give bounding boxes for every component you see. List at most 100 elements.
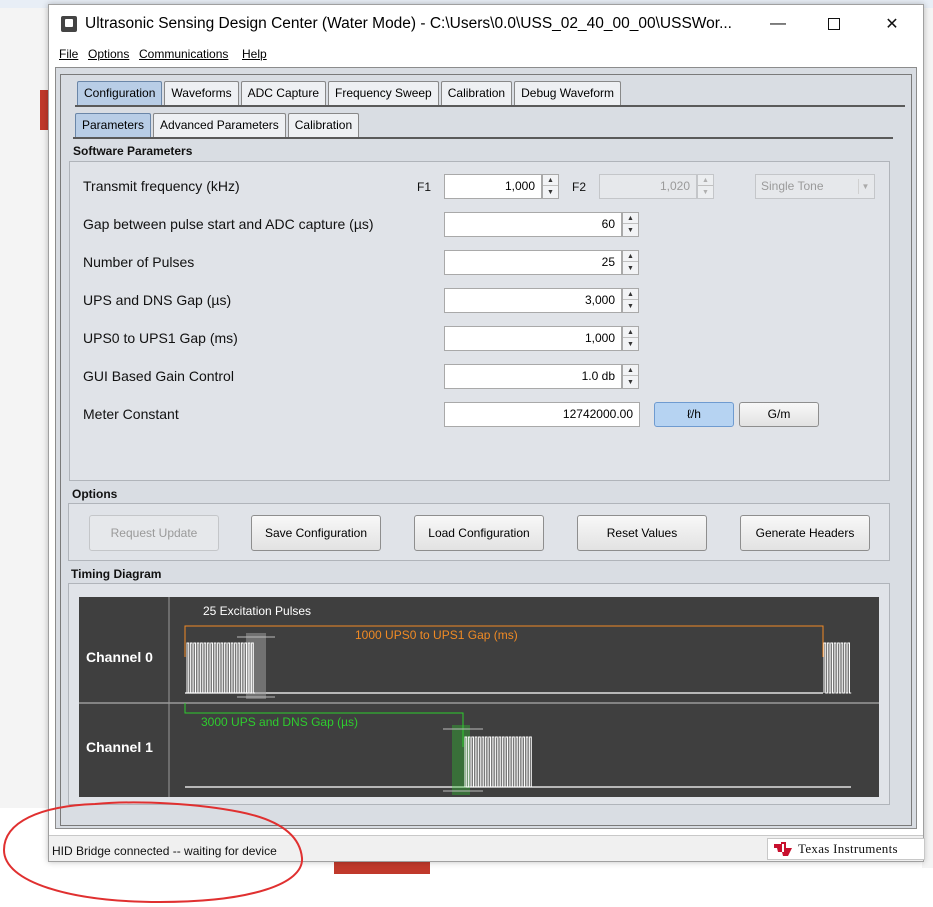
- timing-diagram-panel: 25 Excitation Pulses 1000 UPS0 to UPS1 G…: [68, 583, 890, 805]
- meter-constant-input[interactable]: 12742000.00: [444, 402, 640, 427]
- adc-gap-spinner[interactable]: ▲ ▼: [622, 212, 639, 237]
- options-title: Options: [72, 487, 118, 501]
- main-tab-divider: [75, 105, 905, 107]
- gain-control-input[interactable]: 1.0 db: [444, 364, 622, 389]
- spin-up-icon[interactable]: ▲: [623, 213, 638, 224]
- f1-spinner[interactable]: ▲ ▼: [542, 174, 559, 199]
- sub-tab-divider: [73, 137, 893, 139]
- timing-diagram-svg: 25 Excitation Pulses 1000 UPS0 to UPS1 G…: [79, 597, 879, 797]
- dns-gap-label: 3000 UPS and DNS Gap (µs): [201, 715, 358, 729]
- f2-frequency-input[interactable]: 1,020: [599, 174, 697, 199]
- menu-help[interactable]: Help: [242, 47, 267, 61]
- gain-control-label: GUI Based Gain Control: [83, 368, 234, 384]
- title-bar[interactable]: Ultrasonic Sensing Design Center (Water …: [49, 5, 923, 43]
- save-configuration-button[interactable]: Save Configuration: [251, 515, 381, 551]
- ups-dns-gap-spinner[interactable]: ▲ ▼: [622, 288, 639, 313]
- ups0-ups1-gap-label: UPS0 to UPS1 Gap (ms): [83, 330, 238, 346]
- ch0-end-pulses: [823, 642, 852, 694]
- options-panel: Request Update Save Configuration Load C…: [68, 503, 890, 561]
- tab-adc-capture[interactable]: ADC Capture: [240, 81, 326, 105]
- ti-logo-icon: [774, 842, 792, 856]
- menu-bar: File Options Communications Help: [49, 43, 923, 65]
- f2-label: F2: [572, 180, 587, 194]
- meter-constant-label: Meter Constant: [83, 406, 179, 422]
- app-icon: [61, 16, 77, 32]
- f2-spinner[interactable]: ▲ ▼: [697, 174, 714, 199]
- app-window: Ultrasonic Sensing Design Center (Water …: [48, 4, 925, 862]
- tab-frequency-sweep[interactable]: Frequency Sweep: [328, 81, 439, 105]
- background-red-bar: [334, 860, 430, 874]
- ups0-ups1-gap-input[interactable]: 1,000: [444, 326, 622, 351]
- content-panel: Configuration Waveforms ADC Capture Freq…: [60, 74, 912, 826]
- number-of-pulses-label: Number of Pulses: [83, 254, 195, 270]
- window-title: Ultrasonic Sensing Design Center (Water …: [85, 15, 732, 32]
- ch0-excitation-pulses: [186, 642, 255, 694]
- ch1-excitation-pulses: [464, 736, 533, 788]
- ups-gap-label: 1000 UPS0 to UPS1 Gap (ms): [355, 628, 518, 642]
- load-configuration-button[interactable]: Load Configuration: [414, 515, 544, 551]
- spin-up-icon[interactable]: ▲: [543, 175, 558, 186]
- channel-0-label: Channel 0: [86, 649, 153, 665]
- timing-diagram-title: Timing Diagram: [71, 567, 162, 581]
- spin-up-icon[interactable]: ▲: [698, 175, 713, 186]
- ups-dns-gap-label: UPS and DNS Gap (µs): [83, 292, 232, 308]
- dns-highlight: [452, 725, 470, 795]
- subtab-advanced-parameters[interactable]: Advanced Parameters: [153, 113, 286, 137]
- pulse-train: [464, 736, 533, 788]
- transmit-frequency-label: Transmit frequency (kHz): [83, 178, 240, 194]
- spin-up-icon[interactable]: ▲: [623, 365, 638, 376]
- number-of-pulses-input[interactable]: 25: [444, 250, 622, 275]
- menu-file[interactable]: File: [59, 47, 78, 61]
- f1-label: F1: [417, 180, 432, 194]
- liters-per-hour-button[interactable]: ℓ/h: [654, 402, 734, 427]
- subtab-parameters[interactable]: Parameters: [75, 113, 152, 137]
- adc-gap-label: Gap between pulse start and ADC capture …: [83, 216, 374, 232]
- number-of-pulses-spinner[interactable]: ▲ ▼: [622, 250, 639, 275]
- spin-down-icon[interactable]: ▼: [543, 187, 558, 198]
- tone-select[interactable]: Single Tone ▼: [755, 174, 875, 199]
- minimize-button[interactable]: —: [755, 9, 801, 39]
- adc-gap-input[interactable]: 60: [444, 212, 622, 237]
- ups0-ups1-gap-spinner[interactable]: ▲ ▼: [622, 326, 639, 351]
- menu-options[interactable]: Options: [88, 47, 129, 61]
- f1-frequency-input[interactable]: 1,000: [444, 174, 542, 199]
- spin-up-icon[interactable]: ▲: [623, 327, 638, 338]
- ti-logo-text: Texas Instruments: [798, 841, 898, 856]
- maximize-icon: [828, 18, 840, 30]
- spin-down-icon[interactable]: ▼: [623, 263, 638, 274]
- ti-logo: Texas Instruments: [767, 838, 925, 860]
- reset-values-button[interactable]: Reset Values: [577, 515, 707, 551]
- request-update-button[interactable]: Request Update: [89, 515, 219, 551]
- chevron-down-icon: ▼: [858, 179, 872, 194]
- sub-tab-bar: Parameters Advanced Parameters Calibrati…: [75, 113, 361, 137]
- subtab-calibration[interactable]: Calibration: [287, 113, 360, 137]
- tab-debug-waveform[interactable]: Debug Waveform: [514, 81, 622, 105]
- gallons-per-minute-button[interactable]: G/m: [739, 402, 819, 427]
- main-tab-bar: Configuration Waveforms ADC Capture Freq…: [77, 81, 623, 105]
- spin-down-icon[interactable]: ▼: [623, 339, 638, 350]
- spin-down-icon[interactable]: ▼: [623, 377, 638, 388]
- channel-1-label: Channel 1: [86, 739, 153, 755]
- tab-waveforms[interactable]: Waveforms: [164, 81, 239, 105]
- content-frame: Configuration Waveforms ADC Capture Freq…: [55, 67, 917, 829]
- spin-up-icon[interactable]: ▲: [623, 251, 638, 262]
- timing-diagram-canvas: 25 Excitation Pulses 1000 UPS0 to UPS1 G…: [79, 597, 879, 797]
- ups-dns-gap-input[interactable]: 3,000: [444, 288, 622, 313]
- annotation-ellipse: [2, 801, 304, 904]
- tab-calibration[interactable]: Calibration: [440, 81, 513, 105]
- spin-down-icon[interactable]: ▼: [623, 301, 638, 312]
- menu-communications[interactable]: Communications: [139, 47, 228, 61]
- pulse-train: [186, 642, 255, 694]
- tone-select-value: Single Tone: [761, 179, 824, 193]
- generate-headers-button[interactable]: Generate Headers: [740, 515, 870, 551]
- spin-down-icon[interactable]: ▼: [698, 187, 713, 198]
- spin-up-icon[interactable]: ▲: [623, 289, 638, 300]
- software-parameters-panel: Transmit frequency (kHz) F1 1,000 ▲ ▼ F2 …: [69, 161, 890, 481]
- pulse-train: [823, 642, 852, 694]
- gain-control-spinner[interactable]: ▲ ▼: [622, 364, 639, 389]
- spin-down-icon[interactable]: ▼: [623, 225, 638, 236]
- tab-configuration[interactable]: Configuration: [77, 81, 163, 105]
- close-button[interactable]: ✕: [869, 9, 915, 39]
- maximize-button[interactable]: [811, 9, 857, 39]
- software-parameters-title: Software Parameters: [73, 144, 193, 158]
